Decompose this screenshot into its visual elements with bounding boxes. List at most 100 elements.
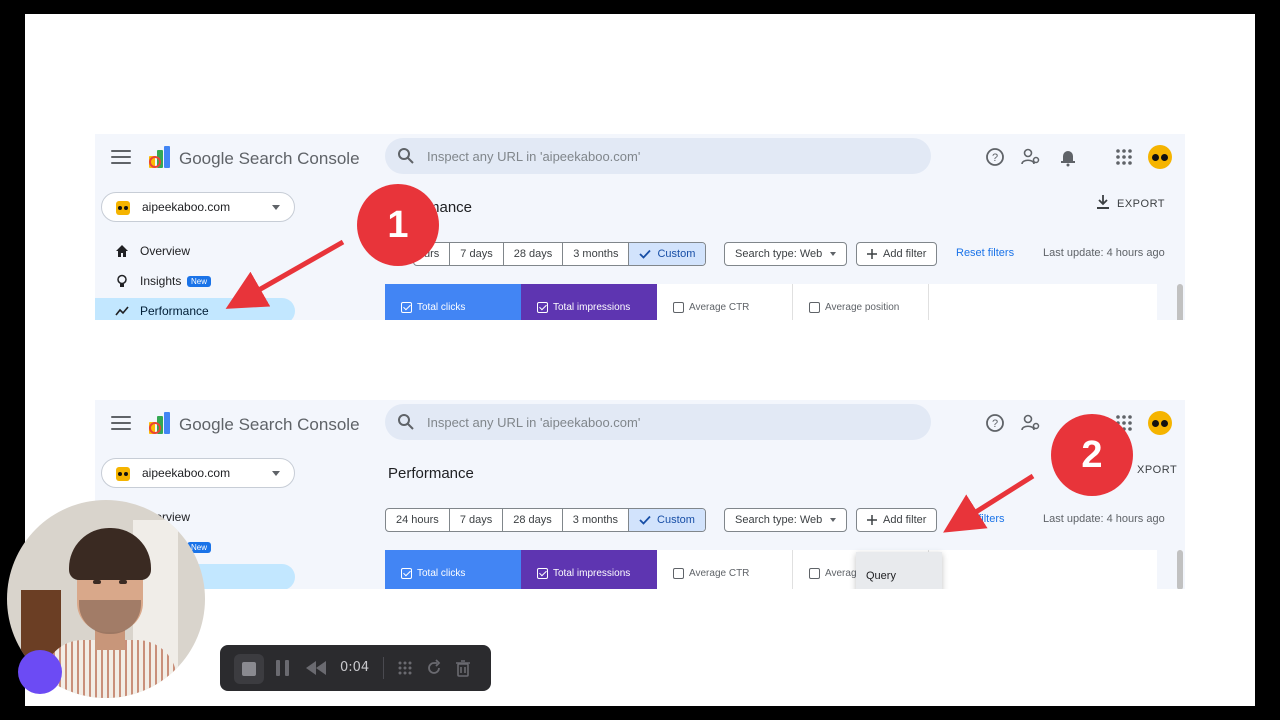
add-filter-button[interactable]: Add filter bbox=[856, 508, 938, 532]
property-selector[interactable]: aipeekaboo.com bbox=[101, 458, 295, 488]
checkbox-checked-icon bbox=[537, 302, 548, 313]
last-update-text: Last update: 4 hours ago bbox=[1043, 247, 1165, 259]
date-7-days[interactable]: 7 days bbox=[448, 509, 502, 531]
date-custom[interactable]: Custom bbox=[628, 243, 706, 265]
date-24-hours[interactable]: 24 hours bbox=[386, 509, 449, 531]
reset-filters-link[interactable]: Reset filters bbox=[956, 247, 1014, 259]
search-icon bbox=[398, 148, 414, 164]
date-custom[interactable]: Custom bbox=[628, 509, 705, 531]
chevron-down-icon bbox=[272, 471, 280, 476]
scrollbar[interactable] bbox=[1177, 284, 1183, 320]
checkbox-empty-icon bbox=[809, 302, 820, 313]
screenshot-panel-1: Google Search Console ? aipeekaboo.com O… bbox=[95, 134, 1185, 320]
property-favicon-icon bbox=[116, 201, 130, 215]
metric-total-impressions[interactable]: Total impressions bbox=[521, 550, 657, 589]
sidebar-item-insights[interactable]: Insights New bbox=[95, 268, 295, 294]
url-inspect-input[interactable] bbox=[427, 411, 907, 433]
search-console-logo-icon bbox=[149, 412, 170, 434]
user-settings-icon[interactable] bbox=[1021, 413, 1041, 433]
last-update-text: Last update: 4 hours ago bbox=[1043, 513, 1165, 525]
checkbox-empty-icon bbox=[673, 302, 684, 313]
sidebar-item-performance[interactable]: Performance bbox=[95, 298, 295, 320]
recording-timer: 0:04 bbox=[340, 660, 370, 675]
account-avatar[interactable] bbox=[1148, 145, 1172, 169]
home-icon bbox=[116, 245, 128, 257]
metric-average-ctr[interactable]: Average CTR bbox=[657, 284, 793, 320]
chevron-down-icon bbox=[830, 252, 837, 256]
metric-cards: Total clicks Total impressions Average C… bbox=[385, 550, 1157, 589]
trash-icon[interactable] bbox=[454, 659, 472, 677]
step-callout-1: 1 bbox=[357, 184, 439, 266]
menu-icon[interactable] bbox=[111, 150, 131, 166]
date-7-days[interactable]: 7 days bbox=[449, 243, 502, 265]
app-title: Google Search Console bbox=[179, 415, 360, 434]
add-filter-button[interactable]: Add filter bbox=[856, 242, 938, 266]
help-icon[interactable]: ? bbox=[985, 413, 1005, 433]
scrollbar[interactable] bbox=[1177, 550, 1183, 589]
svg-text:?: ? bbox=[992, 418, 998, 430]
svg-text:?: ? bbox=[992, 152, 998, 164]
grid-dots-icon[interactable] bbox=[396, 659, 414, 677]
search-type-dropdown[interactable]: Search type: Web bbox=[724, 242, 848, 266]
date-28-days[interactable]: 28 days bbox=[502, 509, 562, 531]
menu-icon[interactable] bbox=[111, 416, 131, 432]
recording-toolbar: 0:04 bbox=[220, 645, 491, 691]
checkbox-checked-icon bbox=[401, 568, 412, 579]
property-name: aipeekaboo.com bbox=[142, 200, 231, 214]
checkbox-empty-icon bbox=[809, 568, 820, 579]
presenter-eye bbox=[93, 580, 101, 584]
filter-option-query[interactable]: Query bbox=[856, 552, 942, 589]
search-icon bbox=[398, 414, 414, 430]
account-avatar[interactable] bbox=[1148, 411, 1172, 435]
metric-total-impressions[interactable]: Total impressions bbox=[521, 284, 657, 320]
url-inspect-input[interactable] bbox=[427, 145, 907, 167]
stop-recording-button[interactable] bbox=[234, 654, 264, 684]
property-selector[interactable]: aipeekaboo.com bbox=[101, 192, 295, 222]
metric-average-ctr[interactable]: Average CTR bbox=[657, 550, 793, 589]
date-28-days[interactable]: 28 days bbox=[502, 243, 563, 265]
pause-button[interactable] bbox=[276, 660, 290, 676]
metric-average-position[interactable]: Average position bbox=[793, 284, 929, 320]
search-console-logo-icon bbox=[149, 146, 170, 168]
property-favicon-icon bbox=[116, 467, 130, 481]
notifications-bell-icon[interactable] bbox=[1058, 147, 1078, 167]
date-range-selector: 24 hours 7 days 28 days 3 months Custom bbox=[385, 508, 706, 532]
user-settings-icon[interactable] bbox=[1021, 147, 1041, 167]
slide-canvas: Google Search Console ? aipeekaboo.com O… bbox=[25, 14, 1255, 706]
plus-icon bbox=[867, 515, 877, 525]
step-callout-2: 2 bbox=[1051, 414, 1133, 496]
check-icon bbox=[639, 515, 651, 525]
reset-filters-link[interactable]: et filters bbox=[966, 513, 1005, 525]
presenter-eye bbox=[119, 580, 127, 584]
new-badge: New bbox=[187, 276, 212, 287]
metric-cards: Total clicks Total impressions Average C… bbox=[385, 284, 1157, 320]
help-icon[interactable]: ? bbox=[985, 147, 1005, 167]
date-3-months[interactable]: 3 months bbox=[561, 509, 628, 531]
check-icon bbox=[639, 249, 652, 259]
restart-icon[interactable] bbox=[425, 659, 443, 677]
date-3-months[interactable]: 3 months bbox=[562, 243, 628, 265]
metric-total-clicks[interactable]: Total clicks bbox=[385, 550, 521, 589]
lightbulb-icon bbox=[117, 274, 127, 287]
filter-dropdown-menu: Query bbox=[856, 552, 942, 589]
sidebar-item-overview[interactable]: Overview bbox=[95, 238, 295, 264]
search-type-dropdown[interactable]: Search type: Web bbox=[724, 508, 848, 532]
url-inspect-search[interactable] bbox=[385, 404, 931, 440]
metric-total-clicks[interactable]: Total clicks bbox=[385, 284, 521, 320]
screenshot-panel-2: Google Search Console ? aipeekaboo.com O… bbox=[95, 400, 1185, 589]
property-name: aipeekaboo.com bbox=[142, 466, 231, 480]
chevron-down-icon bbox=[830, 518, 837, 522]
recorder-launcher[interactable] bbox=[18, 650, 62, 694]
date-range-selector: urs 7 days 28 days 3 months Custom bbox=[413, 242, 707, 266]
apps-grid-icon[interactable] bbox=[1114, 147, 1134, 167]
toolbar-divider bbox=[383, 657, 384, 679]
rewind-icon[interactable] bbox=[306, 661, 326, 675]
page-title: Performance bbox=[388, 465, 474, 482]
app-title: Google Search Console bbox=[179, 149, 360, 168]
trending-up-icon bbox=[115, 306, 129, 316]
download-icon bbox=[1097, 195, 1109, 209]
stop-icon bbox=[242, 662, 256, 676]
annotation-arrows bbox=[225, 239, 1035, 533]
chevron-down-icon bbox=[272, 205, 280, 210]
url-inspect-search[interactable] bbox=[385, 138, 931, 174]
